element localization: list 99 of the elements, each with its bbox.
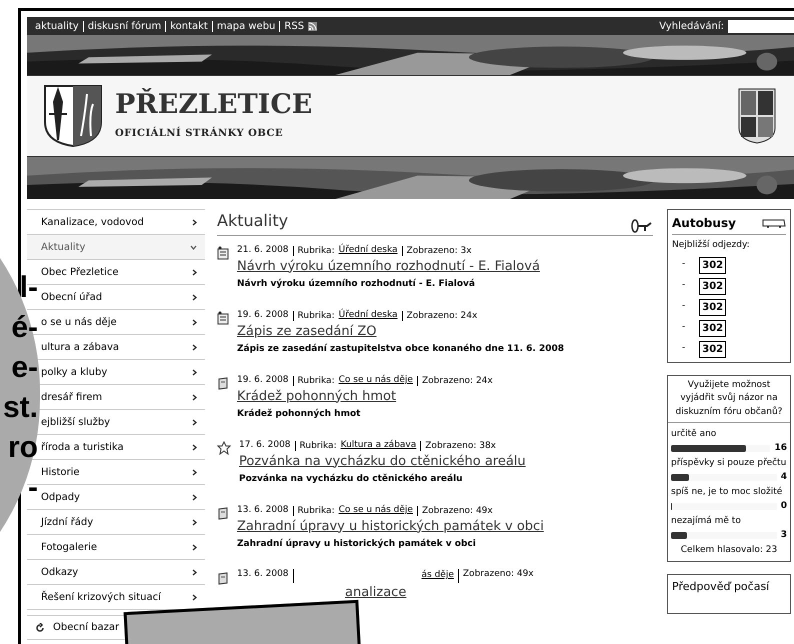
rubric-link[interactable]: Kultura a zábava (340, 439, 420, 452)
news-title-link[interactable]: Krádež pohonných hmot (237, 388, 493, 406)
departure-time: - (682, 258, 686, 272)
news-date: 19. 6. 2008 (237, 309, 290, 322)
callout-text: st. (2, 390, 38, 426)
rubric-link[interactable]: Co se u nás děje (338, 374, 417, 388)
departure-time: - (682, 342, 686, 356)
view-count: Zobrazeno: 49x (458, 569, 534, 582)
news-summary: Zahradní úpravy u historických památek v obci (237, 538, 477, 550)
menu-link[interactable]: Odkazy (41, 564, 78, 580)
line-number: 302 (699, 278, 726, 294)
note-icon (217, 571, 229, 585)
bazaar-link[interactable]: Obecní bazar (53, 620, 120, 635)
menu-link[interactable]: Aktuality (41, 240, 86, 254)
news-summary: Pozvánka na vycházku do ctěnického areálu (239, 472, 464, 486)
nav-link[interactable]: aktuality (31, 20, 83, 32)
menu-link[interactable]: ejbližší služby (41, 414, 110, 430)
poll-option: příspěvky si pouze přečtu (671, 457, 787, 470)
line-number: 302 (699, 298, 726, 316)
rss-icon (308, 22, 318, 30)
poll-option: určitě ano (671, 428, 787, 442)
callout-text: ro (8, 430, 38, 466)
menu-link[interactable]: Řešení krizových situací (41, 590, 161, 604)
line-number: 302 (699, 256, 726, 274)
rubric-link[interactable]: Co se u nás děje (338, 504, 417, 518)
vote-count: 4 (780, 470, 787, 484)
poll-option: spíš ne, je to moc složité (671, 486, 787, 500)
emblem-icon (738, 88, 776, 144)
view-count: Zobrazeno: 3x (402, 246, 472, 256)
poll-option: nezajímá mě to (671, 515, 787, 528)
rubric-label: Rubrika: (294, 440, 337, 451)
note-icon (217, 376, 229, 390)
document-icon (217, 311, 229, 325)
menu-link[interactable]: ultura a zábava (41, 340, 119, 354)
coat-of-arms-icon (43, 84, 103, 148)
news-title-link[interactable]: Návrh výroku územního rozhodnutí - E. Fialová (237, 258, 540, 276)
news-date: 19. 6. 2008 (237, 374, 290, 387)
news-title-link[interactable]: analizace (345, 582, 534, 602)
menu-link[interactable]: dresář firem (41, 390, 102, 404)
menu-link[interactable]: Historie (41, 464, 80, 480)
news-date: 17. 6. 2008 (239, 439, 292, 452)
section-heading: Aktuality (217, 210, 288, 232)
note-icon (217, 506, 229, 520)
line-number: 302 (699, 320, 726, 336)
rubric-label: Rubrika: (292, 310, 335, 321)
menu-link[interactable]: Fotogalerie (41, 540, 98, 554)
menu-link[interactable]: Obecní úřad (41, 290, 102, 304)
panel-heading: Předpověď počasí (672, 580, 770, 592)
rubric-link[interactable]: ás děje (422, 569, 458, 582)
view-count: Zobrazeno: 38x (420, 440, 496, 451)
refresh-icon (35, 622, 45, 632)
menu-link[interactable]: Kanalizace, vodovod (41, 214, 144, 230)
news-title-link[interactable]: Zápis ze zasedání ZO (237, 322, 564, 340)
vote-count: 0 (780, 500, 787, 512)
menu-link[interactable]: polky a kluby (41, 364, 108, 380)
nav-link[interactable]: kontakt (165, 20, 212, 32)
news-summary: Návrh výroku územního rozhodnutí - E. Fialová (237, 278, 476, 290)
document-icon (217, 246, 229, 260)
callout-text: e- (11, 350, 38, 386)
line-number: 302 (699, 340, 726, 358)
search-label: Vyhledávání: (659, 20, 724, 34)
news-title-link[interactable]: Pozvánka na vycházku do ctěnického areálu (239, 452, 526, 470)
nav-link[interactable]: diskusní fórum (82, 20, 166, 32)
bus-subtitle: Nejbližší odjezdy: (672, 239, 751, 252)
panel-heading: Autobusy (672, 215, 736, 232)
search-field[interactable] (728, 20, 794, 32)
vote-count: 16 (774, 442, 787, 454)
rubric-label: Rubrika: (292, 246, 335, 256)
rubric-label: Rubrika: (292, 376, 335, 386)
callout-text: l- (20, 270, 38, 306)
news-summary: Krádež pohonných hmot (237, 408, 362, 420)
callout-text: - (28, 470, 38, 506)
departure-time: - (682, 279, 686, 292)
poll-question: Využijete možnost vyjádřit svůj názor na diskuzním fóru občanů? (668, 376, 790, 423)
rubric-link[interactable]: Úřední deska (338, 244, 402, 258)
rubric-link[interactable]: Úřední deska (338, 309, 402, 322)
news-title-link[interactable]: Zahradní úpravy u historických památek v obci (237, 518, 544, 536)
view-count: Zobrazeno: 24x (402, 310, 478, 321)
rubric-label: Rubrika: (292, 506, 335, 516)
menu-link[interactable]: Obec Přezletice (41, 264, 118, 280)
menu-link[interactable]: říroda a turistika (41, 440, 124, 454)
departure-time: - (682, 321, 686, 334)
vote-count: 3 (780, 528, 787, 542)
poll-total: Celkem hlasovalo: 23 (680, 544, 778, 557)
news-date: 13. 6. 2008 (237, 569, 294, 582)
news-date: 21. 6. 2008 (237, 244, 290, 257)
nav-link[interactable]: mapa webu (212, 20, 280, 32)
menu-link[interactable]: Odpady (41, 490, 80, 504)
departure-time: - (682, 300, 686, 314)
news-summary: Zápis ze zasedání zastupitelstva obce konaného dne 11. 6. 2008 (237, 342, 564, 356)
menu-link[interactable]: o se u nás děje (41, 314, 117, 330)
news-date: 13. 6. 2008 (237, 504, 290, 517)
menu-link[interactable]: Jízdní řády (41, 514, 94, 530)
callout-text: é- (11, 310, 38, 346)
view-count: Zobrazeno: 49x (416, 506, 493, 516)
site-subtitle: OFICIÁLNÍ STRÁNKY OBCE (115, 126, 284, 141)
star-icon (217, 441, 231, 455)
bus-icon (762, 218, 786, 228)
view-count: Zobrazeno: 24x (416, 376, 493, 386)
